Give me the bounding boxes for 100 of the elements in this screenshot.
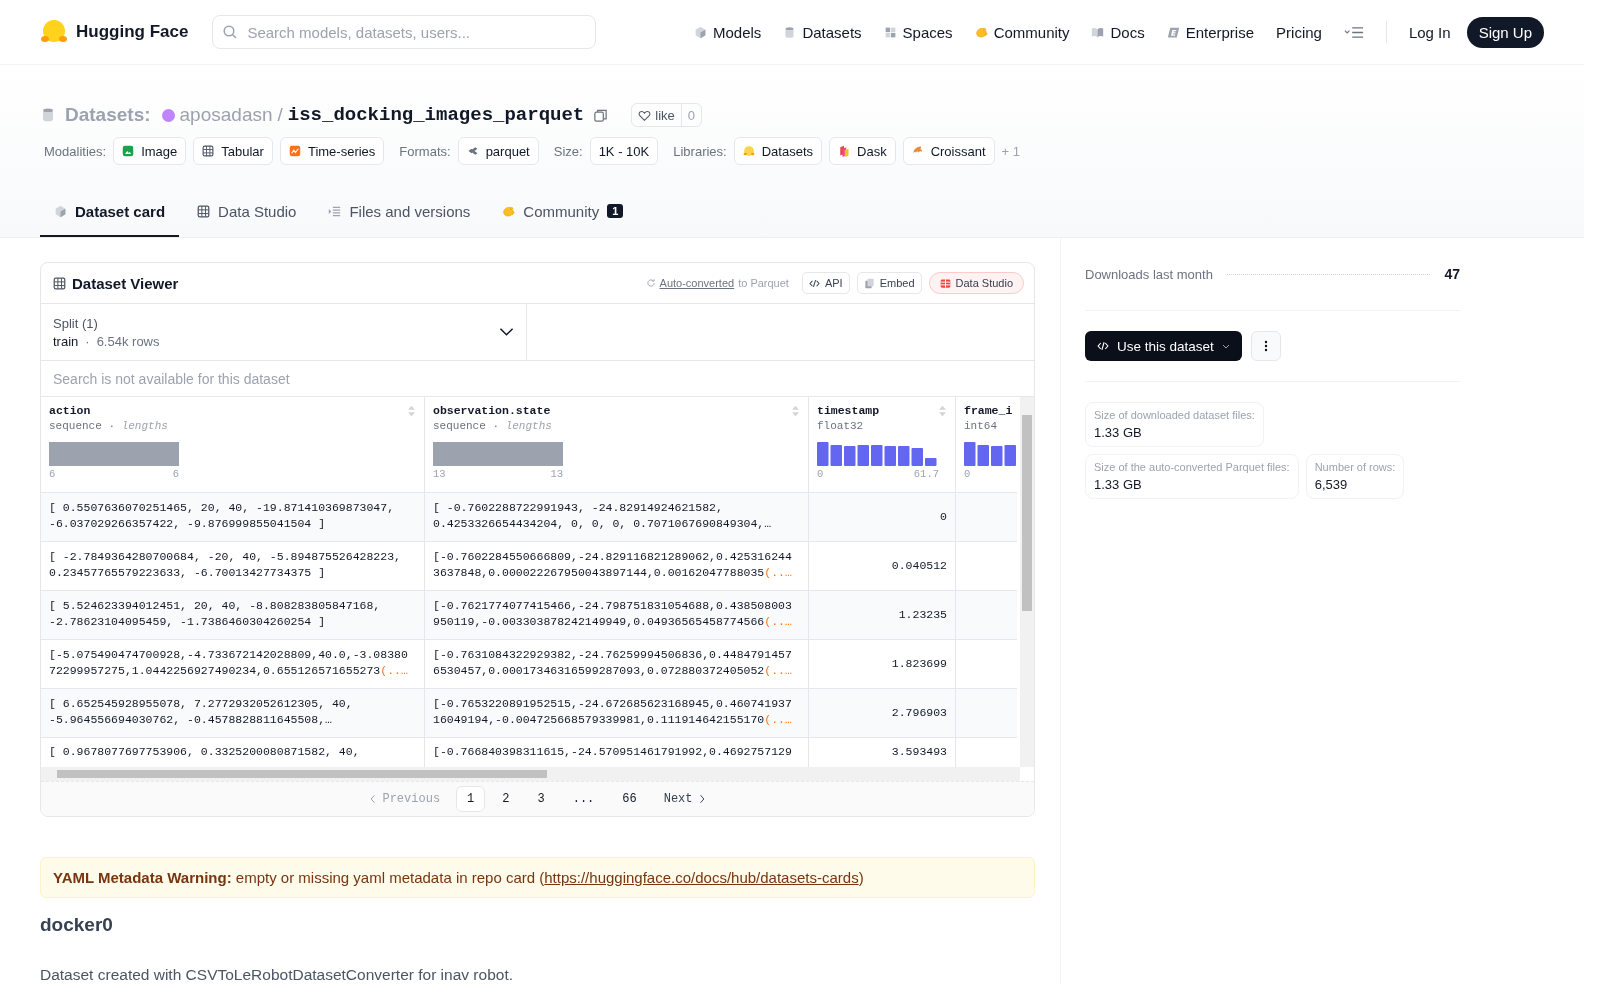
nav-link[interactable]: Spaces (883, 23, 953, 41)
tag-chip[interactable]: Time-series (279, 137, 385, 165)
copy-icon (593, 107, 609, 123)
nav-link[interactable]: Pricing (1276, 23, 1322, 41)
column-name: frame_i (964, 404, 1013, 417)
heart-icon (638, 108, 652, 122)
tab[interactable]: Community 1 (488, 187, 638, 237)
table-cell: [-0.7621774077415466,-24.798751831054688,0.438508003 950119,-0.003303878242149949,0.04936565458774566(..… (425, 591, 809, 639)
panel-title: Dataset Viewer (53, 274, 179, 292)
book-icon (1091, 25, 1105, 39)
table-icon (197, 204, 211, 218)
toolbar-button[interactable]: Data Studio (928, 272, 1024, 294)
scrollbar[interactable] (41, 767, 1020, 781)
tag-chip[interactable]: Datasets (733, 137, 822, 165)
search-field[interactable]: Search models, datasets, users... (212, 15, 597, 49)
column-name: action (49, 404, 91, 417)
tag-chip[interactable]: 1K - 10K (589, 137, 659, 165)
table-cell: [-5.075490474700928,-4.733672142028809,40.0,-3.08380 72299957275,1.0442256927490234,0.655126571655273(..… (41, 640, 425, 688)
table-cell: 0.040512 (809, 542, 956, 590)
more-icon (1263, 340, 1268, 352)
split-label: Split (1) (53, 315, 99, 331)
nav-link[interactable]: Models (694, 23, 762, 41)
badge-icon (1166, 25, 1180, 39)
tag-chip[interactable]: Dask (829, 137, 896, 165)
row-count: 6.54k rows (96, 333, 160, 349)
dot-separator: · (85, 333, 90, 349)
page-link[interactable]: ... (561, 786, 606, 812)
sort-icon (791, 404, 800, 417)
docs-link[interactable]: https://huggingface.co/docs/hub/datasets-cards (544, 869, 859, 886)
tag-chip[interactable]: Image (113, 137, 187, 165)
database-icon (40, 107, 56, 123)
table-icon (202, 145, 215, 157)
range-min: 0 (964, 468, 971, 480)
table-cell: 0 (809, 493, 956, 541)
path-separator: / (277, 104, 283, 126)
stat-value: 1.33 GB (1094, 425, 1143, 440)
tab[interactable]: Data Studio (183, 187, 311, 237)
cube-icon (54, 204, 67, 218)
column-type: float32 (817, 420, 865, 432)
search-icon (222, 24, 239, 40)
converted-link[interactable]: Auto-converted (659, 277, 735, 289)
table-cell: [ 5.524623394012451, 20, 40, -8.808283805847168, -2.78623104095459, -1.7386460304260254 ] (41, 591, 425, 639)
cube-icon (694, 25, 707, 39)
next-page-link[interactable]: Next (653, 792, 715, 806)
table-cell: [ 6.652545928955078, 7.2772932052612305, 40, -5.964556694030762, -0.4578828811645508,… (41, 689, 425, 737)
grid-icon (883, 25, 897, 39)
image-icon (122, 145, 135, 157)
table-cell: [-0.7602284550666809,-24.829116821289062,0.425316244 3637848,0.000022267950043897144,0.00162047788035(..… (425, 542, 809, 590)
tag-chip[interactable]: Tabular (193, 137, 273, 165)
like-count: 0 (680, 104, 701, 126)
tag-chip[interactable]: Croissant (902, 137, 995, 165)
nav-link[interactable]: Community (974, 23, 1070, 41)
nav-link[interactable]: Enterprise (1166, 23, 1255, 41)
login-link[interactable]: Log In (1408, 23, 1451, 41)
nav-link[interactable]: Datasets (783, 23, 862, 41)
page-link[interactable]: 66 (611, 786, 648, 812)
page-link[interactable]: 2 (491, 786, 521, 812)
range-min: 6 (49, 468, 56, 480)
downloads-label: Downloads last month (1085, 266, 1213, 282)
tag-group-label: Modalities: (44, 143, 107, 159)
avatar-icon (161, 108, 175, 122)
sort-icon (407, 404, 416, 417)
column-type: sequence · lengths (49, 420, 169, 432)
table-cell: [ -0.7602288722991943, -24.82914924621582, 0.4253326654434204, 0, 0, 0, 0.7071067690849304,… (425, 493, 809, 541)
page-link[interactable]: 3 (526, 786, 556, 812)
chart-icon (288, 145, 301, 157)
dataset-name: iss_docking_images_parquet (287, 104, 585, 126)
range-min: 0 (817, 468, 824, 480)
logo-link[interactable]: Hugging Face (40, 18, 189, 46)
range-max: 61.7 (913, 468, 939, 480)
downloads-count: 47 (1444, 266, 1460, 282)
nav-link[interactable]: Docs (1091, 23, 1145, 41)
chevron-down-icon (499, 327, 514, 337)
range-max: 13 (550, 468, 563, 480)
stat-value: 6,539 (1314, 477, 1349, 492)
scrollbar[interactable] (1020, 397, 1034, 767)
stat-label: Size of the auto-converted Parquet files: (1094, 461, 1290, 473)
code-icon (808, 277, 820, 289)
toolbar-button[interactable]: API (801, 272, 850, 294)
hand-icon (974, 25, 988, 39)
tab[interactable]: Dataset card (40, 187, 180, 237)
use-dataset-button[interactable]: Use this dataset (1085, 331, 1242, 361)
sign-up-button[interactable]: Sign Up (1466, 16, 1544, 48)
menu-icon (1343, 25, 1364, 39)
table-cell: 1.823699 (809, 640, 956, 688)
toolbar-button[interactable]: Embed (856, 272, 922, 294)
hand-icon (502, 204, 516, 218)
files-icon (328, 204, 342, 218)
chevron-right-icon (698, 794, 705, 804)
page-link[interactable]: 1 (456, 786, 486, 812)
column-type: sequence · lengths (433, 420, 553, 432)
table-icon (939, 277, 951, 289)
tag-chip[interactable]: parquet (457, 137, 539, 165)
column-name: observation.state (433, 404, 551, 417)
table-cell: [ 0.5507636070251465, 20, 40, -19.871410369873047, -6.037029266357422, -9.876999855041504 ] (41, 493, 425, 541)
tab[interactable]: Files and versions (314, 187, 485, 237)
more-options-button[interactable] (1250, 331, 1281, 361)
converted-note: Auto-converted to Parquet (645, 277, 789, 289)
split-dropdown[interactable]: Split (1) train · 6.54k rows (41, 304, 527, 360)
like-button[interactable]: like 0 (631, 103, 702, 127)
